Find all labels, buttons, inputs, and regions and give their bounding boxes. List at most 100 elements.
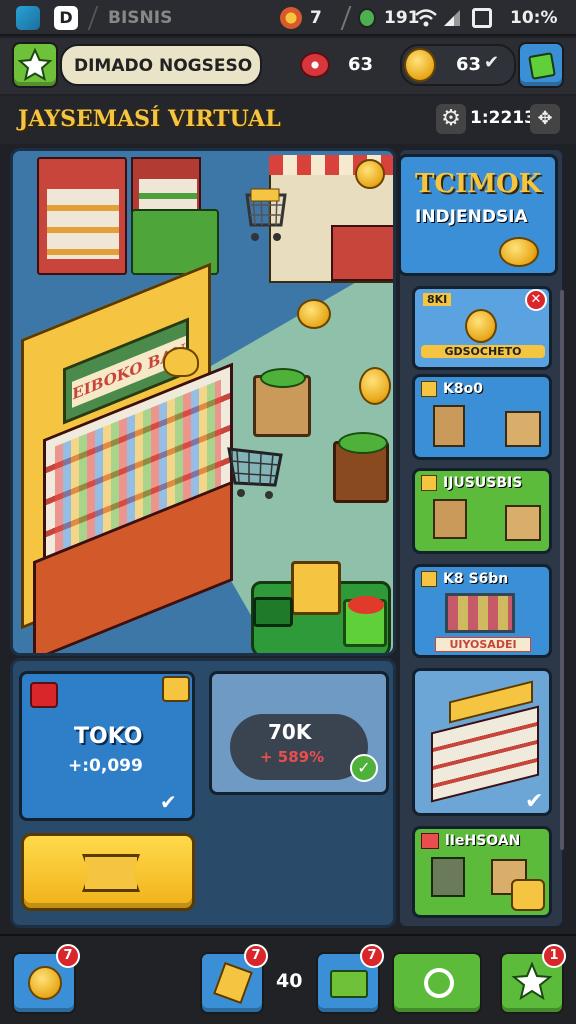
side-card-4-label: K8 S6bn [443,571,509,587]
toko-gold-icon [162,676,190,702]
battery-icon [472,8,492,28]
floating-coin-2[interactable] [359,367,391,405]
side-panel: TCIMOK INDJENDSIA 8KI ✕ GDSOCHETO K8o0 I… [398,148,564,928]
hand-truck-icon [433,405,465,447]
toko-bag-icon [30,682,58,708]
notif-count: 7 [310,8,322,28]
side-card-2-badge-icon [421,381,437,397]
signal-icon [444,10,460,26]
mini-shop-shelf [431,705,539,803]
toko-value: +:0,099 [68,756,143,776]
game-board[interactable]: EIBOKO BAN [10,148,396,656]
side-card-4-sub: UIYOSADEI [435,637,531,652]
hammer-icon [213,961,253,1005]
jar-icon [511,879,545,911]
side-header-title: TCIMOK [415,169,542,199]
shop-button[interactable] [518,42,564,88]
clock: 10:% [510,8,558,28]
bin-icon [431,857,465,897]
ticket-icon [82,854,140,892]
coin-stack-icon [499,237,539,267]
side-header-subtitle: INDJENDSIA [415,207,528,227]
side-card-2-label: K8o0 [443,381,483,397]
player-name: DIMADO NOGSESO [74,56,253,76]
page-title: JAYSEMASÍ VIRTUAL [18,106,281,132]
separator [87,6,99,30]
side-card-1-coin-icon [465,309,497,343]
toko-title: TOKO [74,724,143,749]
app-logo-icon [16,6,40,30]
stats-panel: TOKO +:0,099 ✔ 70K + 589% ✓ [10,658,396,928]
settings-gear-icon[interactable]: ⚙ [436,104,466,134]
bottom-bar: 7 7 40 7 1 [0,934,576,1024]
shop-bag-icon [528,52,556,80]
timer: 1:2213 [470,108,536,128]
coins-nav-badge: 7 [56,944,80,968]
gem-icon [300,52,330,78]
profit-value: + 589% [260,748,325,766]
side-card-3-label: IJUSUSBIS [443,475,523,491]
separator-2 [340,6,352,30]
toko-card[interactable]: TOKO +:0,099 ✔ [19,671,195,821]
side-header[interactable]: TCIMOK INDJENDSIA [398,154,558,276]
star-icon [17,47,53,82]
counter-right[interactable] [331,225,393,281]
scrollbar[interactable] [560,290,564,850]
top-bar: DIMADO NOGSESO 63 63 ✔ [0,38,576,94]
vegetable-crate-2[interactable] [333,432,389,503]
side-card-1-sub: GDSOCHETO [421,345,545,358]
tomato-crate[interactable] [343,596,387,647]
side-card-3[interactable]: IJUSUSBIS [412,468,552,554]
side-card-6[interactable]: lIeHSOAN [412,826,552,918]
wifi-icon [415,9,437,27]
profit-title: 70K [268,720,312,744]
floating-coin-1[interactable] [297,299,331,329]
shelf-back-left[interactable] [37,157,127,275]
favorites-nav-badge: 1 [542,944,566,968]
side-card-6-badge-icon [421,833,439,849]
shopping-cart-icon[interactable] [241,185,291,247]
check-circle-icon: ✓ [350,754,378,782]
cash-nav-badge: 7 [360,944,384,968]
app-d-icon: D [54,6,78,30]
fruit-pile [163,347,199,377]
chat-nav-button[interactable] [392,952,482,1014]
profit-card[interactable]: 70K + 589% ✓ [209,671,389,795]
crate-icon [433,499,467,539]
upgrade-nav-badge: 7 [244,944,268,968]
data-icon [358,8,376,28]
coin-icon [404,48,436,82]
side-card-3-badge-icon [421,475,437,491]
side-card-5[interactable]: ✔ [412,668,552,816]
basket-icon[interactable] [225,445,285,503]
check-icon: ✔ [484,52,500,73]
favorite-button[interactable] [12,42,58,88]
gem-count: 63 [348,54,374,75]
refresh-button[interactable]: ✥ [530,104,560,134]
close-icon[interactable]: ✕ [525,289,547,311]
coins-nav-icon [28,966,62,1000]
cart-icon [445,593,515,633]
cash-stack-icon [330,970,368,998]
center-count: 40 [276,970,303,992]
side-card-4-badge-icon [421,571,437,587]
side-card-1[interactable]: 8KI ✕ GDSOCHETO [412,286,552,370]
side-card-2[interactable]: K8o0 [412,374,552,460]
app-name: BISNIS [108,8,173,28]
collect-button[interactable] [21,833,195,911]
side-card-1-label: 8KI [423,293,452,306]
box-icon-2 [505,505,541,541]
player-name-pill[interactable]: DIMADO NOGSESO [60,44,262,86]
check-mark-icon: ✔ [525,789,544,814]
notif-gear-icon [280,7,302,29]
coin-count: 63 [456,54,482,75]
side-card-4[interactable]: K8 S6bn UIYOSADEI [412,564,552,658]
chat-icon [424,968,454,998]
sign-coin-icon [355,159,385,189]
title-row: JAYSEMASÍ VIRTUAL ⚙ 1:2213 ✥ [0,96,576,144]
yellow-box[interactable] [291,561,341,615]
vegetable-crate-1[interactable] [253,368,311,437]
box-icon [505,411,541,447]
green-wagon[interactable] [253,597,293,627]
status-bar: D BISNIS 7 191 10:% [0,0,576,36]
